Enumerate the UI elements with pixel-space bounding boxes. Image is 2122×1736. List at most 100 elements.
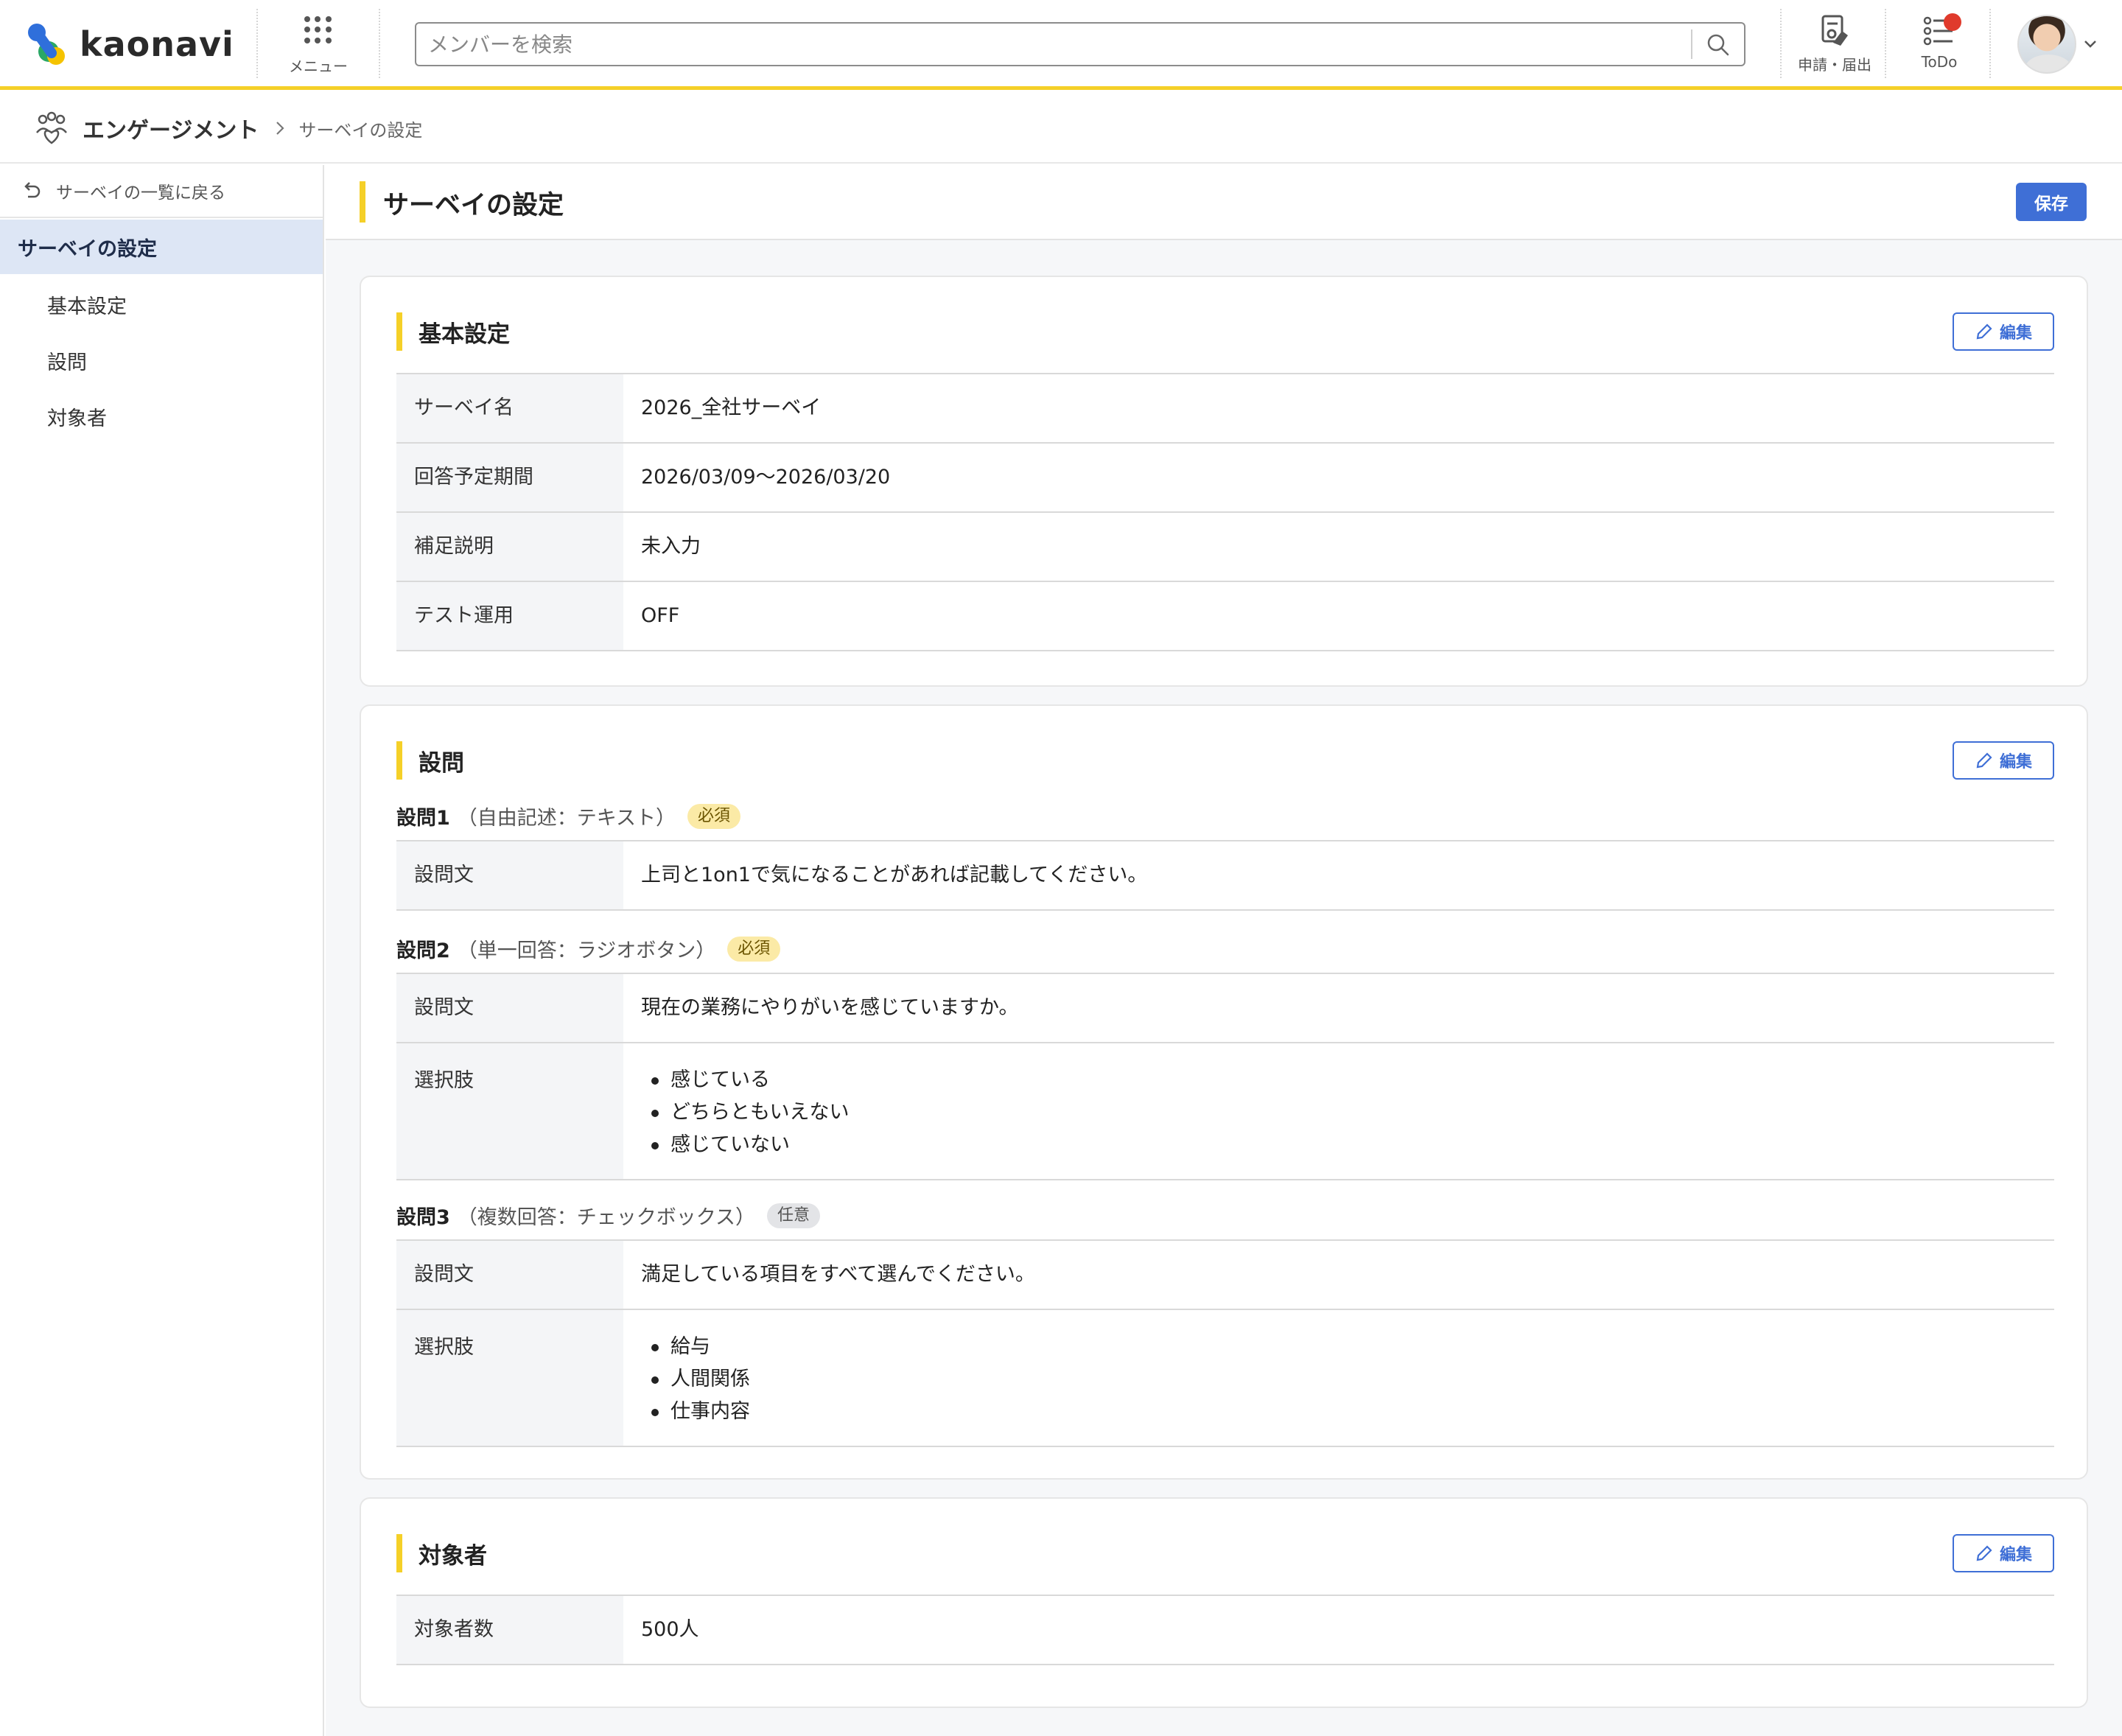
optional-badge: 任意 [767, 1203, 821, 1228]
page-title: サーベイの設定 [383, 191, 564, 220]
header-divider [1989, 9, 1991, 78]
row-value: 未入力 [641, 535, 701, 558]
question-type: （単一回答：ラジオボタン） [457, 939, 716, 962]
question-number: 設問3 [396, 1206, 450, 1229]
list-item: 感じていない [641, 1129, 2054, 1161]
chevron-right-icon [276, 122, 284, 135]
logo-text: kaonavi [80, 24, 234, 64]
save-button[interactable]: 保存 [2016, 183, 2087, 221]
table-row: 設問文 上司と1on1で気になることがあれば記載してください。 [396, 841, 2054, 911]
sidebar-item-survey-settings[interactable]: サーベイの設定 [0, 220, 323, 274]
undo-arrow-icon [24, 182, 41, 198]
back-to-survey-list-link[interactable]: サーベイの一覧に戻る [0, 165, 323, 218]
row-key: 対象者数 [396, 1596, 623, 1664]
options-list: 感じている どちらともいえない 感じていない [641, 1064, 2054, 1161]
menu-button[interactable]: メニュー [281, 16, 355, 78]
basic-settings-title: 基本設定 [419, 321, 510, 348]
breadcrumb-current: サーベイの設定 [298, 119, 423, 141]
user-avatar[interactable] [2017, 15, 2076, 74]
search-divider [1691, 29, 1692, 59]
question-table: 設問文 現在の業務にやりがいを感じていますか。 選択肢 感じている どちらともい… [396, 973, 2054, 1180]
target-title: 対象者 [419, 1543, 487, 1569]
row-key: 選択肢 [396, 1043, 623, 1179]
row-value: 給与 人間関係 仕事内容 [623, 1310, 2054, 1446]
header-divider [379, 9, 380, 78]
edit-basic-settings-button[interactable]: 編集 [1953, 312, 2054, 351]
grid-menu-icon [304, 16, 332, 44]
apply-label: 申請・届出 [1798, 56, 1871, 74]
list-item: 給与 [641, 1331, 2054, 1363]
back-link-label: サーベイの一覧に戻る [56, 183, 225, 203]
top-header: kaonavi メニュー 申請・届出 [0, 0, 2122, 90]
sidebar-item-targets[interactable]: 対象者 [47, 402, 107, 431]
questions-card: 設問 編集 設問1 （自由記述：テキスト） 必須 設問文 上司と1on1で気にな… [360, 704, 2088, 1480]
todo-label: ToDo [1921, 53, 1958, 71]
table-row: テスト運用 OFF [396, 582, 2054, 651]
edit-label: 編集 [1999, 753, 2032, 771]
list-item: 人間関係 [641, 1363, 2054, 1396]
questions-title: 設問 [419, 750, 464, 777]
required-badge: 必須 [727, 936, 781, 962]
chevron-down-icon[interactable] [2082, 35, 2098, 52]
row-value: 上司と1on1で気になることがあれば記載してください。 [641, 864, 1148, 886]
table-row: 対象者数 500人 [396, 1596, 2054, 1665]
main-content: サーベイの設定 保存 基本設定 編集 サーベイ名 2026_全社サーベイ 回答予… [326, 165, 2122, 1736]
edit-questions-button[interactable]: 編集 [1953, 741, 2054, 780]
breadcrumb-engagement-link[interactable]: エンゲージメント [83, 112, 259, 144]
row-key: 補足説明 [396, 513, 623, 581]
basic-settings-card: 基本設定 編集 サーベイ名 2026_全社サーベイ 回答予定期間 2026/03… [360, 276, 2088, 687]
options-list: 給与 人間関係 仕事内容 [641, 1331, 2054, 1428]
list-item: 感じている [641, 1064, 2054, 1096]
table-row: 設問文 現在の業務にやりがいを感じていますか。 [396, 974, 2054, 1043]
pencil-icon [1976, 752, 1992, 769]
row-key: テスト運用 [396, 582, 623, 650]
row-key: 回答予定期間 [396, 444, 623, 511]
question-type: （複数回答：チェックボックス） [457, 1206, 755, 1229]
question-header: 設問2 （単一回答：ラジオボタン） 必須 [396, 934, 781, 963]
sidebar-item-questions[interactable]: 設問 [47, 346, 87, 375]
target-card: 対象者 編集 対象者数 500人 [360, 1497, 2088, 1708]
list-item: 仕事内容 [641, 1396, 2054, 1428]
table-row: 設問文 満足している項目をすべて選んでください。 [396, 1241, 2054, 1310]
row-key: サーベイ名 [396, 374, 623, 442]
breadcrumb: エンゲージメント サーベイの設定 [34, 111, 422, 146]
row-value: OFF [641, 604, 680, 627]
header-divider [256, 9, 258, 78]
row-value: 満足している項目をすべて選んでください。 [641, 1263, 1035, 1286]
row-value: 500人 [641, 1618, 699, 1641]
pencil-icon [1976, 1545, 1992, 1561]
row-key: 設問文 [396, 841, 623, 909]
logo-mark-icon [22, 21, 69, 68]
header-divider [1885, 9, 1886, 78]
sidebar-item-basic-settings[interactable]: 基本設定 [47, 290, 127, 319]
edit-target-button[interactable]: 編集 [1953, 1534, 2054, 1572]
table-row: 選択肢 給与 人間関係 仕事内容 [396, 1310, 2054, 1447]
question-table: 設問文 上司と1on1で気になることがあれば記載してください。 [396, 840, 2054, 911]
row-key: 設問文 [396, 1241, 623, 1309]
engagement-icon [36, 111, 67, 144]
table-row: 選択肢 感じている どちらともいえない 感じていない [396, 1043, 2054, 1180]
table-row: サーベイ名 2026_全社サーベイ [396, 374, 2054, 444]
row-key: 選択肢 [396, 1310, 623, 1446]
row-value: 現在の業務にやりがいを感じていますか。 [641, 996, 1019, 1019]
question-type: （自由記述：テキスト） [457, 807, 676, 830]
member-search[interactable] [415, 22, 1745, 66]
row-value: 2026_全社サーベイ [641, 396, 822, 419]
table-row: 補足説明 未入力 [396, 513, 2054, 582]
apply-button[interactable]: 申請・届出 [1790, 13, 1879, 80]
question-number: 設問1 [396, 807, 450, 830]
search-icon[interactable] [1706, 32, 1731, 57]
edit-label: 編集 [1999, 1546, 2032, 1564]
menu-label: メニュー [289, 57, 348, 75]
section-accent-bar [396, 1534, 402, 1572]
section-accent-bar [396, 741, 402, 780]
sidebar: サーベイの一覧に戻る サーベイの設定 基本設定 設問 対象者 [0, 165, 324, 1736]
todo-button[interactable]: ToDo [1895, 13, 1983, 80]
application-form-icon [1821, 15, 1848, 46]
search-input[interactable] [428, 29, 1673, 59]
question-header: 設問1 （自由記述：テキスト） 必須 [396, 802, 741, 830]
todo-notification-dot [1944, 13, 1961, 31]
page-header: サーベイの設定 保存 [326, 165, 2122, 240]
list-item: どちらともいえない [641, 1096, 2054, 1129]
kaonavi-logo[interactable]: kaonavi [22, 21, 234, 68]
